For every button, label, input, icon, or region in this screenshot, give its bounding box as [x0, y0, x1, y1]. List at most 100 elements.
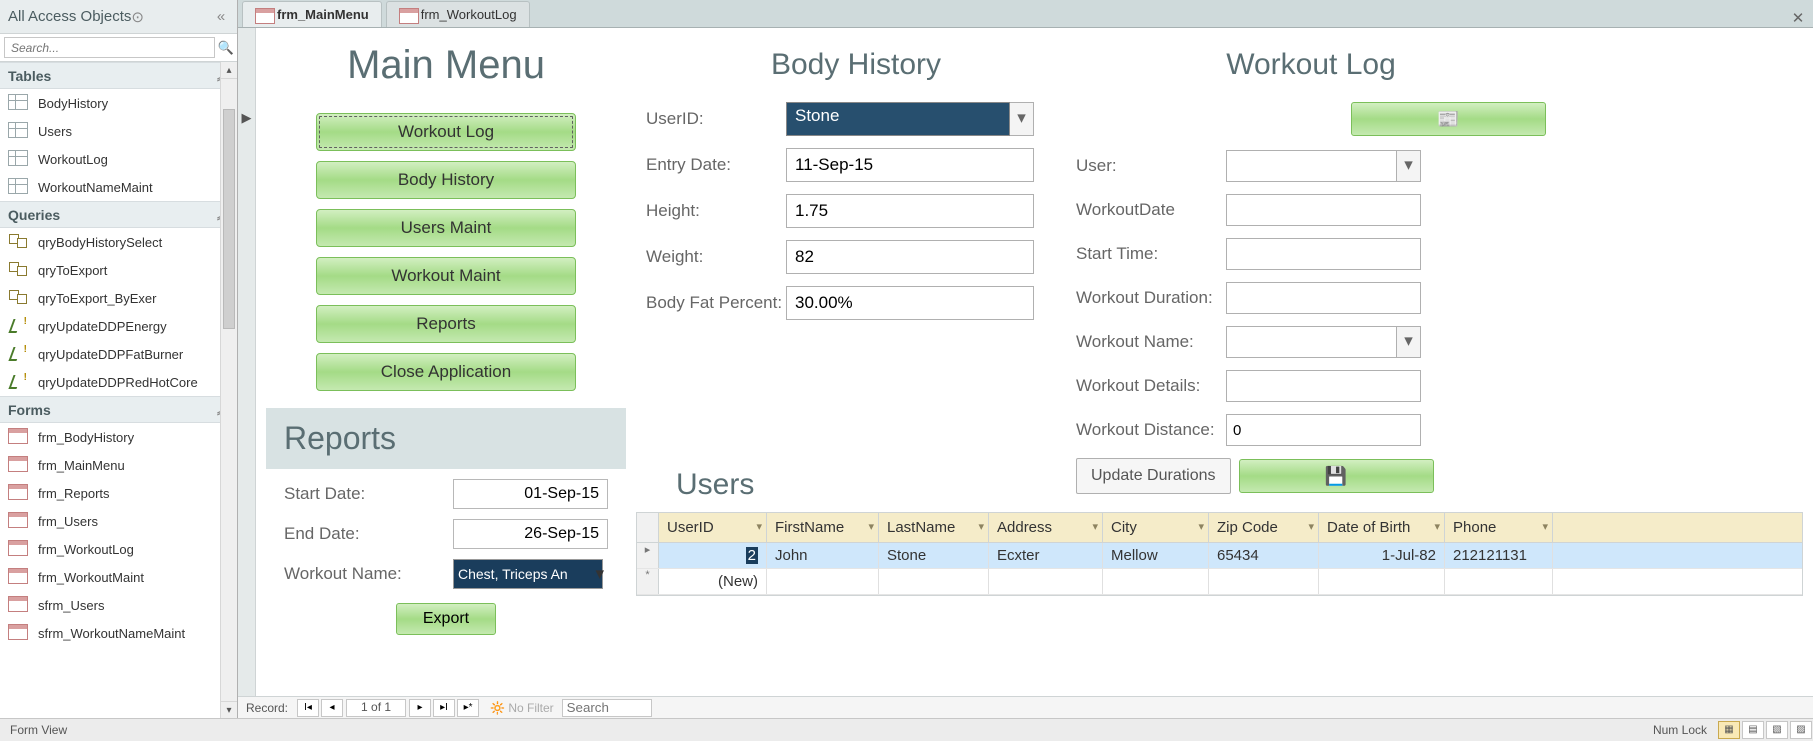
nav-query-toexportbyexer[interactable]: qryToExport_ByExer	[0, 284, 237, 312]
workoutduration-input[interactable]	[1226, 282, 1421, 314]
nav-group-forms-header[interactable]: Forms ︽	[0, 396, 237, 423]
scroll-up-icon[interactable]: ▴	[221, 62, 237, 79]
cell-lastname[interactable]: Stone	[879, 543, 989, 568]
nav-table-workoutnamemaint[interactable]: WorkoutNameMaint	[0, 173, 237, 201]
col-city[interactable]: City▾	[1103, 513, 1209, 542]
entrydate-input[interactable]	[786, 148, 1034, 182]
users-row-new[interactable]: * (New)	[637, 569, 1802, 595]
tab-frm-mainmenu[interactable]: frm_MainMenu	[242, 1, 382, 27]
dropdown-icon[interactable]: ▾	[1010, 102, 1034, 136]
shutter-expand-icon[interactable]: ▶	[238, 98, 255, 138]
nav-table-bodyhistory[interactable]: BodyHistory	[0, 89, 237, 117]
nav-query-bodyhistoryselect[interactable]: qryBodyHistorySelect	[0, 228, 237, 256]
cell-zip[interactable]: 65434	[1209, 543, 1319, 568]
nav-form-reports[interactable]: frm_Reports	[0, 479, 237, 507]
nav-title-dropdown-icon[interactable]: ⊙	[131, 8, 144, 26]
workout-name-combo[interactable]	[453, 559, 603, 589]
datasheet-view-button[interactable]: ▤	[1742, 721, 1764, 739]
chevron-down-icon[interactable]: ▾	[1308, 520, 1314, 533]
col-lastname[interactable]: LastName▾	[879, 513, 989, 542]
design-view-button[interactable]: ▨	[1790, 721, 1812, 739]
chevron-down-icon[interactable]: ▾	[978, 520, 984, 533]
new-record-button[interactable]: 📰	[1351, 102, 1546, 136]
body-history-button[interactable]: Body History	[316, 161, 576, 199]
workoutdetails-input[interactable]	[1226, 370, 1421, 402]
close-application-button[interactable]: Close Application	[316, 353, 576, 391]
record-selector[interactable]: ▸	[637, 543, 659, 568]
next-record-button[interactable]: ▸	[409, 699, 431, 717]
nav-query-updateddpenergy[interactable]: qryUpdateDDPEnergy	[0, 312, 237, 340]
nav-table-users[interactable]: Users	[0, 117, 237, 145]
cell-empty[interactable]	[989, 569, 1103, 594]
cell-userid[interactable]: 2	[659, 543, 767, 568]
nav-collapse-icon[interactable]: «	[213, 8, 229, 25]
nav-form-mainmenu[interactable]: frm_MainMenu	[0, 451, 237, 479]
cell-new[interactable]: (New)	[659, 569, 767, 594]
filter-indicator[interactable]: 🔆 No Filter	[490, 701, 554, 715]
nav-form-workoutmaint[interactable]: frm_WorkoutMaint	[0, 563, 237, 591]
last-record-button[interactable]: ▸I	[433, 699, 455, 717]
nav-header[interactable]: All Access Objects ⊙ «	[0, 0, 237, 34]
nav-query-updateddpfatburner[interactable]: qryUpdateDDPFatBurner	[0, 340, 237, 368]
nav-scrollbar[interactable]: ▴ ▾	[220, 62, 237, 718]
cell-empty[interactable]	[1445, 569, 1553, 594]
cell-empty[interactable]	[1209, 569, 1319, 594]
nav-search-input[interactable]	[4, 37, 215, 58]
workoutdate-input[interactable]	[1226, 194, 1421, 226]
workoutname-combo[interactable]	[1226, 326, 1397, 358]
weight-input[interactable]	[786, 240, 1034, 274]
chevron-down-icon[interactable]: ▾	[1198, 520, 1204, 533]
cell-city[interactable]: Mellow	[1103, 543, 1209, 568]
users-maint-button[interactable]: Users Maint	[316, 209, 576, 247]
cell-empty[interactable]	[767, 569, 879, 594]
nav-form-workoutlog[interactable]: frm_WorkoutLog	[0, 535, 237, 563]
scroll-down-icon[interactable]: ▾	[221, 701, 237, 718]
chevron-down-icon[interactable]: ▾	[1542, 520, 1548, 533]
user-combo[interactable]	[1226, 150, 1397, 182]
chevron-down-icon[interactable]: ▾	[1434, 520, 1440, 533]
starttime-input[interactable]	[1226, 238, 1421, 270]
search-icon[interactable]: 🔍	[215, 34, 237, 61]
record-position[interactable]: 1 of 1	[346, 699, 406, 717]
userid-combo[interactable]: Stone	[786, 102, 1010, 136]
scroll-thumb[interactable]	[223, 109, 235, 329]
first-record-button[interactable]: I◂	[297, 699, 319, 717]
workout-log-button[interactable]: Workout Log	[316, 113, 576, 151]
height-input[interactable]	[786, 194, 1034, 228]
cell-dob[interactable]: 1-Jul-82	[1319, 543, 1445, 568]
cell-phone[interactable]: 212121131	[1445, 543, 1553, 568]
col-firstname[interactable]: FirstName▾	[767, 513, 879, 542]
nav-table-workoutlog[interactable]: WorkoutLog	[0, 145, 237, 173]
dropdown-icon[interactable]: ▾	[1397, 150, 1421, 182]
workout-maint-button[interactable]: Workout Maint	[316, 257, 576, 295]
shutter-bar[interactable]: ▶	[238, 28, 256, 718]
cell-empty[interactable]	[1103, 569, 1209, 594]
tab-close-icon[interactable]: ✕	[1783, 9, 1813, 27]
col-phone[interactable]: Phone▾	[1445, 513, 1553, 542]
nav-form-sfrmusers[interactable]: sfrm_Users	[0, 591, 237, 619]
new-record-nav-button[interactable]: ▸*	[457, 699, 479, 717]
nav-group-queries-header[interactable]: Queries ︽	[0, 201, 237, 228]
dropdown-icon[interactable]: ▾	[1397, 326, 1421, 358]
nav-query-toexport[interactable]: qryToExport	[0, 256, 237, 284]
col-dateofbirth[interactable]: Date of Birth▾	[1319, 513, 1445, 542]
export-button[interactable]: Export	[396, 603, 496, 635]
form-view-button[interactable]: ▦	[1718, 721, 1740, 739]
nav-form-users[interactable]: frm_Users	[0, 507, 237, 535]
nav-query-updateddpredhotcore[interactable]: qryUpdateDDPRedHotCore	[0, 368, 237, 396]
cell-empty[interactable]	[1319, 569, 1445, 594]
nav-form-sfrmworkoutnamemaint[interactable]: sfrm_WorkoutNameMaint	[0, 619, 237, 647]
prev-record-button[interactable]: ◂	[321, 699, 343, 717]
record-selector-new[interactable]: *	[637, 569, 659, 594]
record-selector-header[interactable]	[637, 513, 659, 542]
record-search-input[interactable]	[562, 699, 652, 717]
cell-address[interactable]: Ecxter	[989, 543, 1103, 568]
col-address[interactable]: Address▾	[989, 513, 1103, 542]
workoutdistance-input[interactable]	[1226, 414, 1421, 446]
nav-form-bodyhistory[interactable]: frm_BodyHistory	[0, 423, 237, 451]
layout-view-button[interactable]: ▧	[1766, 721, 1788, 739]
col-userid[interactable]: UserID▾	[659, 513, 767, 542]
cell-firstname[interactable]: John	[767, 543, 879, 568]
chevron-down-icon[interactable]: ▾	[868, 520, 874, 533]
reports-button[interactable]: Reports	[316, 305, 576, 343]
